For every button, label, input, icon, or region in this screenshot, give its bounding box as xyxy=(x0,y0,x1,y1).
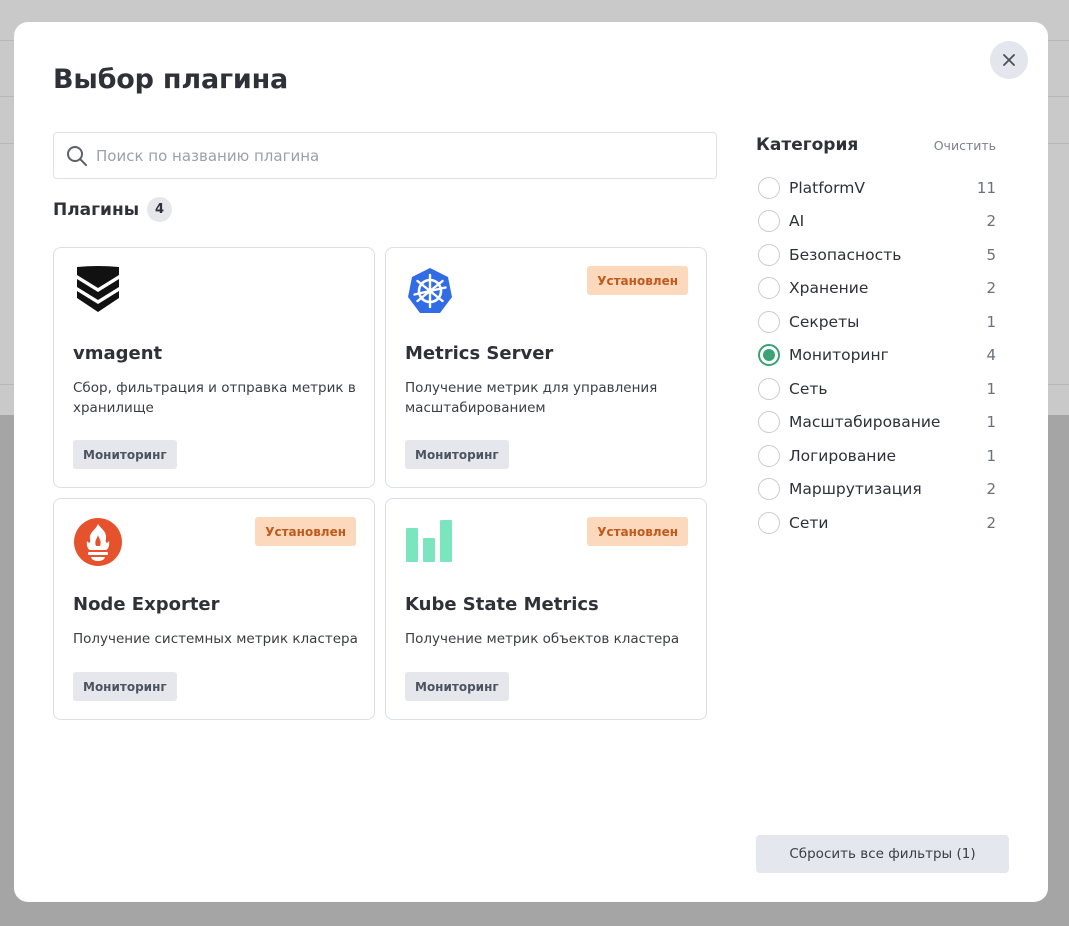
category-name: Маршрутизация xyxy=(789,480,922,499)
plugin-name: Metrics Server xyxy=(405,343,554,364)
category-name: Секреты xyxy=(789,312,860,331)
radio-button[interactable] xyxy=(758,377,780,400)
category-count: 1 xyxy=(986,446,996,465)
plugin-category-tag: Мониторинг xyxy=(405,440,509,469)
category-item-logging[interactable]: Логирование 1 xyxy=(758,439,996,473)
category-name: Хранение xyxy=(789,279,869,298)
close-button[interactable] xyxy=(990,41,1028,79)
radio-button[interactable] xyxy=(758,478,780,501)
plugin-name: vmagent xyxy=(73,343,163,364)
plugins-count-badge: 4 xyxy=(147,197,173,222)
category-count: 1 xyxy=(986,312,996,331)
close-icon xyxy=(1003,54,1015,66)
category-name: Сеть xyxy=(789,379,828,398)
category-item-ai[interactable]: AI 2 xyxy=(758,205,996,239)
category-name: Логирование xyxy=(789,446,897,465)
category-count: 1 xyxy=(986,379,996,398)
search-icon xyxy=(67,145,87,166)
vmagent-logo-icon xyxy=(77,266,119,312)
radio-button[interactable] xyxy=(758,243,780,266)
category-list: PlatformV 11 AI 2 Безопасность 5 Хранени… xyxy=(758,171,996,540)
plugin-card-metrics-server[interactable]: Установлен Metrics Server Получение метр… xyxy=(385,247,707,488)
radio-button[interactable] xyxy=(758,277,780,300)
dialog-title: Выбор плагина xyxy=(53,64,289,95)
category-count: 2 xyxy=(986,480,996,499)
plugins-label: Плагины xyxy=(53,199,140,220)
category-name: PlatformV xyxy=(789,178,865,197)
category-count: 2 xyxy=(986,513,996,532)
plugin-name: Kube State Metrics xyxy=(405,594,599,615)
plugin-description: Сбор, фильтрация и отправка метрик в хра… xyxy=(73,380,356,416)
radio-button[interactable] xyxy=(758,444,780,467)
category-name: Сети xyxy=(789,513,829,532)
plugin-select-dialog: Выбор плагина Плагины 4 vmagent Сбор, фи… xyxy=(14,22,1048,902)
category-item-secrets[interactable]: Секреты 1 xyxy=(758,305,996,339)
radio-button[interactable] xyxy=(758,176,780,199)
kubernetes-logo-icon xyxy=(408,268,452,313)
category-item-network[interactable]: Сеть 1 xyxy=(758,372,996,406)
category-item-monitoring[interactable]: Мониторинг 4 xyxy=(758,339,996,373)
category-count: 11 xyxy=(976,178,996,197)
radio-button-checked[interactable] xyxy=(758,344,780,367)
bar-chart-logo-icon xyxy=(406,520,452,562)
radio-button[interactable] xyxy=(758,310,780,333)
category-count: 1 xyxy=(986,413,996,432)
category-count: 4 xyxy=(986,346,996,365)
category-count: 2 xyxy=(986,279,996,298)
category-item-platformv[interactable]: PlatformV 11 xyxy=(758,171,996,205)
plugin-description: Получение метрик для управления масштаби… xyxy=(405,380,658,416)
category-item-scaling[interactable]: Масштабирование 1 xyxy=(758,406,996,440)
search-input[interactable] xyxy=(96,146,696,165)
prometheus-logo-icon xyxy=(74,518,122,566)
category-name: AI xyxy=(789,212,805,231)
plugin-category-tag: Мониторинг xyxy=(73,440,177,469)
plugin-description: Получение системных метрик кластера xyxy=(73,631,358,647)
category-item-networks[interactable]: Сети 2 xyxy=(758,506,996,540)
category-item-routing[interactable]: Маршрутизация 2 xyxy=(758,473,996,507)
plugin-category-tag: Мониторинг xyxy=(405,672,509,701)
radio-button[interactable] xyxy=(758,411,780,434)
search-field[interactable] xyxy=(53,132,717,179)
category-header: Категория Очистить xyxy=(756,135,996,155)
reset-filters-button[interactable]: Сбросить все фильтры (1) xyxy=(756,835,1009,873)
category-name: Масштабирование xyxy=(789,413,941,432)
category-label: Категория xyxy=(756,135,859,155)
category-item-security[interactable]: Безопасность 5 xyxy=(758,238,996,272)
plugin-description: Получение метрик объектов кластера xyxy=(405,631,680,647)
category-name: Безопасность xyxy=(789,245,902,264)
installed-badge: Установлен xyxy=(587,517,688,546)
plugin-card-node-exporter[interactable]: Установлен Node Exporter Получение систе… xyxy=(53,498,375,720)
installed-badge: Установлен xyxy=(587,266,688,295)
category-count: 2 xyxy=(986,212,996,231)
category-item-storage[interactable]: Хранение 2 xyxy=(758,272,996,306)
installed-badge: Установлен xyxy=(255,517,356,546)
plugin-card-vmagent[interactable]: vmagent Сбор, фильтрация и отправка метр… xyxy=(53,247,375,488)
clear-filter-link[interactable]: Очистить xyxy=(934,138,996,153)
category-count: 5 xyxy=(986,245,996,264)
plugin-card-kube-state-metrics[interactable]: Установлен Kube State Metrics Получение … xyxy=(385,498,707,720)
plugin-category-tag: Мониторинг xyxy=(73,672,177,701)
radio-button[interactable] xyxy=(758,210,780,233)
category-name: Мониторинг xyxy=(789,346,889,365)
plugins-header: Плагины 4 xyxy=(53,197,173,222)
plugin-name: Node Exporter xyxy=(73,594,220,615)
radio-button[interactable] xyxy=(758,511,780,534)
